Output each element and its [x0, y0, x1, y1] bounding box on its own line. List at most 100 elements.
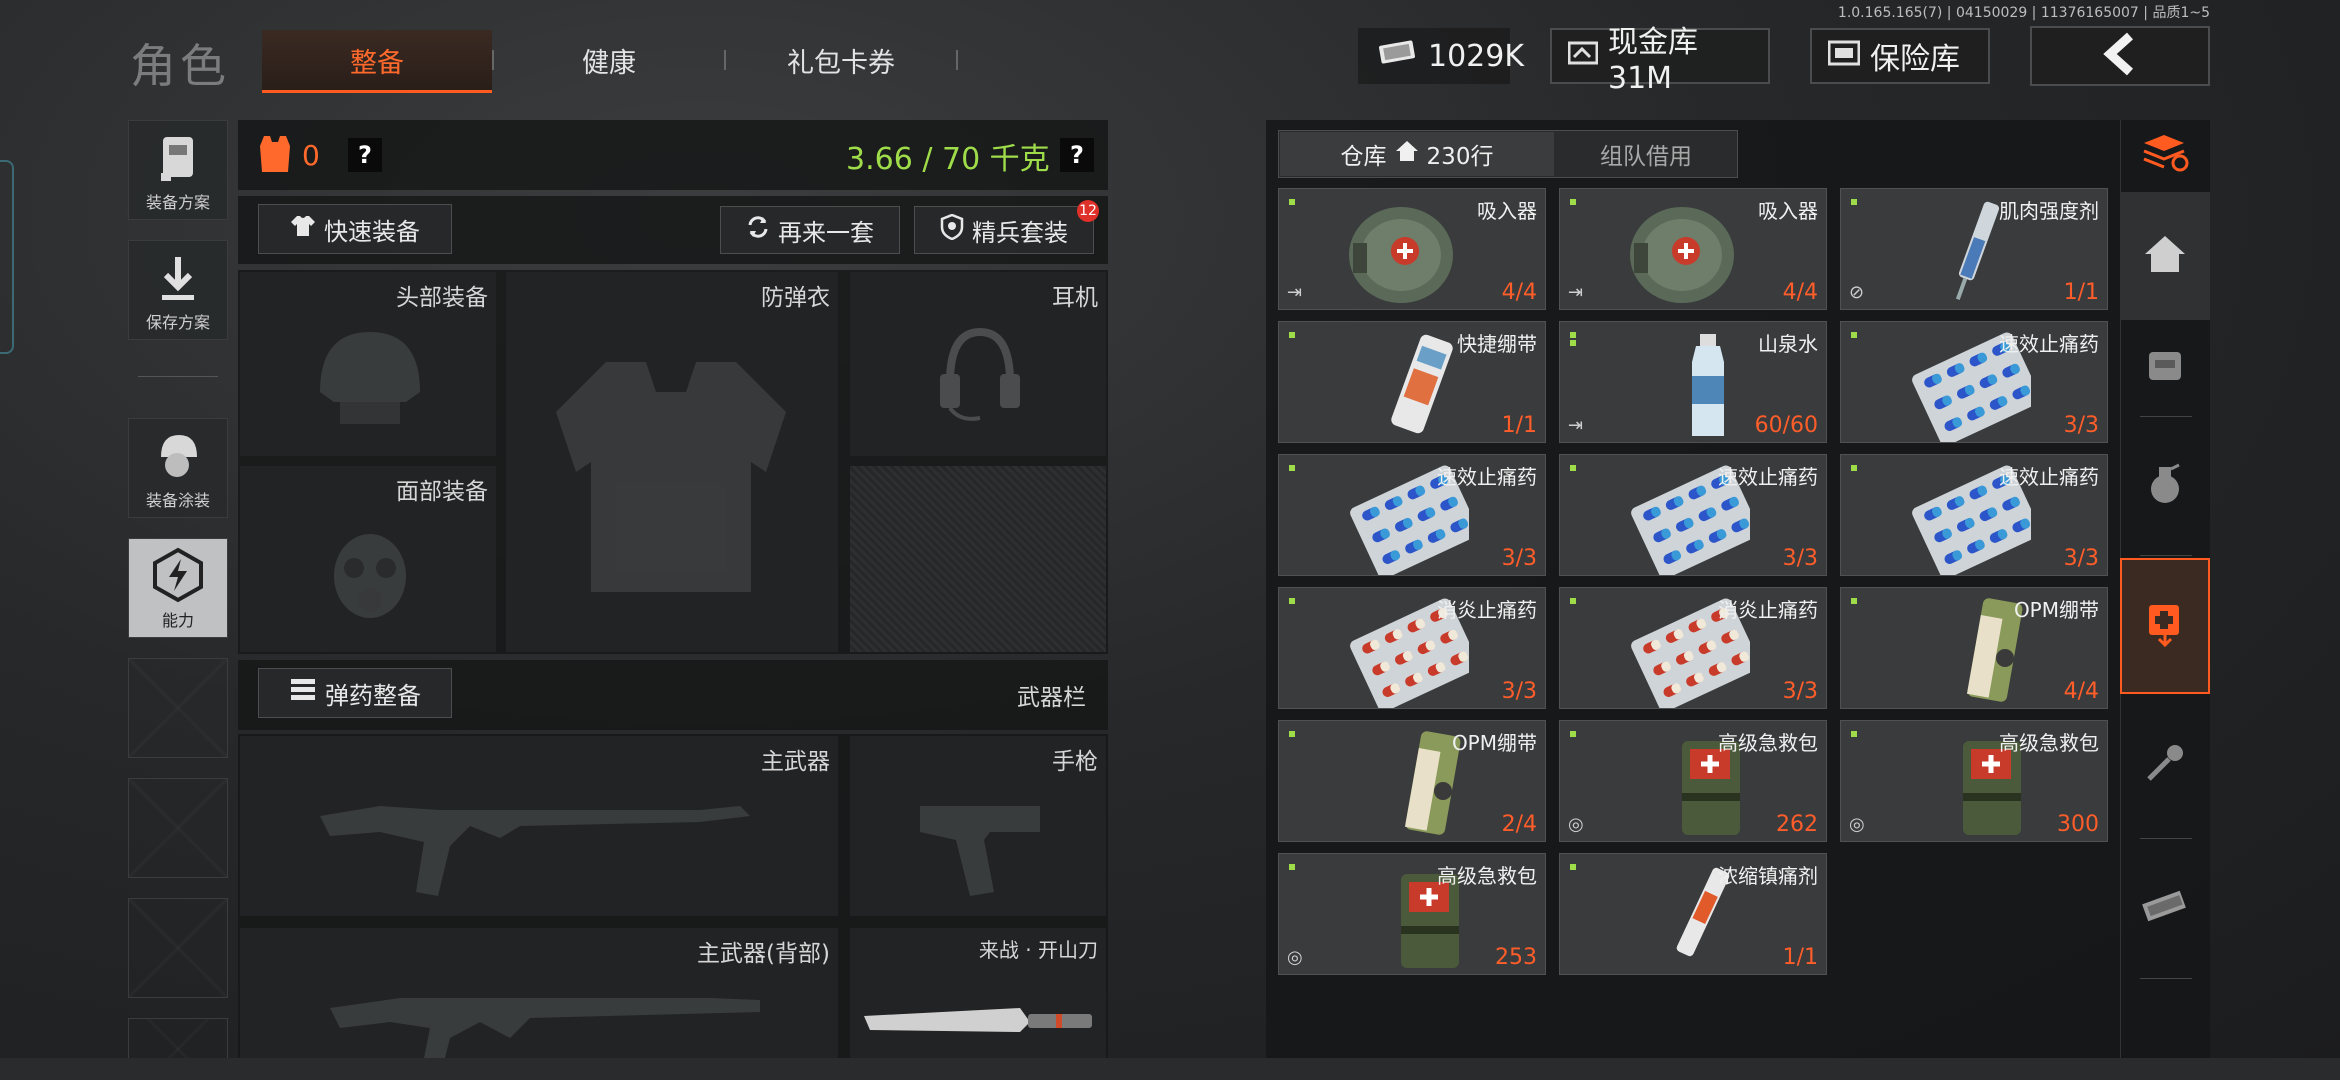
category-medical[interactable]: [2120, 558, 2210, 694]
quality-dot: [1289, 332, 1295, 338]
face-slot[interactable]: 面部装备: [240, 466, 496, 652]
warehouse-item[interactable]: 高级急救包 253 ◎: [1278, 853, 1546, 975]
category-keys[interactable]: [2120, 700, 2210, 830]
tab-team-borrow[interactable]: 组队借用: [1556, 132, 1736, 176]
elite-badge: 12: [1077, 200, 1099, 222]
category-home[interactable]: [2120, 192, 2210, 320]
warehouse-item[interactable]: 山泉水 60/60 ⇥: [1559, 321, 1827, 443]
shirt-icon: [290, 214, 316, 244]
back-button[interactable]: [2030, 26, 2210, 86]
item-count: 3/3: [2063, 546, 2099, 571]
safe-button[interactable]: 保险库: [1810, 28, 1990, 84]
slot-label: 主武器(背部): [697, 941, 830, 967]
weight-display: 3.66 / 70 千克: [846, 142, 1050, 177]
elite-set-label: 精兵套装: [972, 218, 1068, 247]
tab-health[interactable]: 健康: [494, 30, 724, 90]
primary-weapon-slot[interactable]: 主武器: [240, 736, 838, 916]
pistol-icon: [920, 806, 1040, 896]
version-text: 1.0.165.165(7) | 04150029 | 11376165007 …: [1837, 5, 2210, 21]
item-count: 253: [1495, 945, 1537, 970]
item-status-icon: ◎: [1568, 814, 1584, 835]
warehouse-item[interactable]: 高级急救包 262 ◎: [1559, 720, 1827, 842]
item-status-icon: ◎: [1849, 814, 1865, 835]
sidebar-item-loadout[interactable]: 装备方案: [128, 120, 228, 220]
medical-download-icon: [2143, 599, 2187, 653]
sidebar-item-ability[interactable]: 能力: [128, 538, 228, 638]
warehouse-item[interactable]: 吸入器 4/4 ⇥: [1278, 188, 1546, 310]
item-name: 山泉水: [1758, 332, 1818, 356]
side-drawer-handle[interactable]: [0, 160, 14, 354]
item-name: 消炎止痛药: [1437, 598, 1537, 622]
category-backpack[interactable]: [2120, 320, 2210, 416]
ammo-prep-button[interactable]: 弹药整备: [258, 668, 452, 718]
sidebar-item-label: 装备方案: [145, 193, 210, 212]
layers-refresh-icon: [2140, 133, 2190, 177]
warehouse-item[interactable]: 消炎止痛药 3/3: [1559, 587, 1827, 709]
tab-warehouse[interactable]: 仓库 230行: [1280, 132, 1554, 176]
warehouse-item[interactable]: 消炎止痛药 3/3: [1278, 587, 1546, 709]
elite-set-button[interactable]: 精兵套装: [914, 206, 1094, 254]
quality-dot: [1570, 340, 1576, 346]
item-name: 速效止痛药: [1718, 465, 1818, 489]
warehouse-item[interactable]: 快捷绷带 1/1: [1278, 321, 1546, 443]
helmet-icon: [320, 332, 420, 424]
cash-vault-button[interactable]: 现金库 31M: [1550, 25, 1770, 96]
slot-label: 防弹衣: [761, 285, 830, 311]
quality-dot: [1570, 465, 1576, 471]
item-count: 3/3: [1782, 546, 1818, 571]
category-cash[interactable]: [2120, 842, 2210, 972]
warehouse-item[interactable]: OPM绷带 2/4: [1278, 720, 1546, 842]
warehouse-item[interactable]: 高级急救包 300 ◎: [1840, 720, 2108, 842]
quality-dot: [1570, 332, 1576, 338]
item-status-icon: ◎: [1287, 947, 1303, 968]
sidebar-item-label: 能力: [161, 611, 194, 630]
weight-help-button[interactable]: ?: [1060, 138, 1094, 172]
item-name: 速效止痛药: [1437, 465, 1537, 489]
pistol-slot[interactable]: 手枪: [850, 736, 1106, 916]
quality-dot: [1289, 465, 1295, 471]
quick-equip-button[interactable]: 快速装备: [258, 204, 452, 254]
quality-dot: [1851, 731, 1857, 737]
item-name: 速效止痛药: [1999, 465, 2099, 489]
warehouse-item[interactable]: 肌肉强度剂 1/1 ⊘: [1840, 188, 2108, 310]
headset-icon: [940, 327, 1020, 421]
quality-dot: [1851, 465, 1857, 471]
again-button[interactable]: 再来一套: [720, 206, 900, 254]
headset-slot[interactable]: 耳机: [850, 272, 1106, 456]
currency-amount: 1029K: [1428, 38, 1525, 74]
item-count: 4/4: [2063, 679, 2099, 704]
weapon-bar-label: 武器栏: [1017, 685, 1086, 711]
slot-label: 头部装备: [396, 285, 488, 311]
quick-equip-label: 快速装备: [324, 217, 420, 246]
machete-icon: [864, 1008, 1092, 1032]
warehouse-item[interactable]: 速效止痛药 3/3: [1278, 454, 1546, 576]
warehouse-item[interactable]: 吸入器 4/4 ⇥: [1559, 188, 1827, 310]
helmet-paint-icon: [153, 429, 203, 487]
tab-equip[interactable]: 整备: [262, 30, 492, 93]
warehouse-item[interactable]: 浓缩镇痛剂 1/1: [1559, 853, 1827, 975]
category-all[interactable]: [2120, 120, 2210, 190]
warehouse-item[interactable]: 速效止痛药 3/3: [1559, 454, 1827, 576]
home-icon: [1395, 140, 1419, 168]
armor-count: 0: [302, 138, 320, 172]
item-status-icon: ⇥: [1287, 282, 1303, 303]
rifle-icon: [320, 806, 750, 896]
item-name: 速效止痛药: [1999, 332, 2099, 356]
sidebar-item-skin[interactable]: 装备涂装: [128, 418, 228, 518]
quality-dot: [1289, 864, 1295, 870]
sidebar-item-save[interactable]: 保存方案: [128, 240, 228, 340]
quality-dot: [1851, 199, 1857, 205]
head-slot[interactable]: 头部装备: [240, 272, 496, 456]
vest-slot[interactable]: 防弹衣: [506, 272, 838, 652]
home-icon: [2143, 234, 2187, 278]
slot-label: 来战 · 开山刀: [978, 938, 1098, 962]
warehouse-item[interactable]: 速效止痛药 3/3: [1840, 454, 2108, 576]
category-grenade[interactable]: [2120, 420, 2210, 550]
item-count: 1/1: [1501, 413, 1537, 438]
warehouse-item[interactable]: OPM绷带 4/4: [1840, 587, 2108, 709]
armor-help-button[interactable]: ?: [348, 138, 382, 172]
warehouse-item[interactable]: 速效止痛药 3/3: [1840, 321, 2108, 443]
cash-stack-icon: [2140, 885, 2190, 929]
item-count: 1/1: [2063, 280, 2099, 305]
tab-gift-cards[interactable]: 礼包卡券: [726, 30, 956, 90]
